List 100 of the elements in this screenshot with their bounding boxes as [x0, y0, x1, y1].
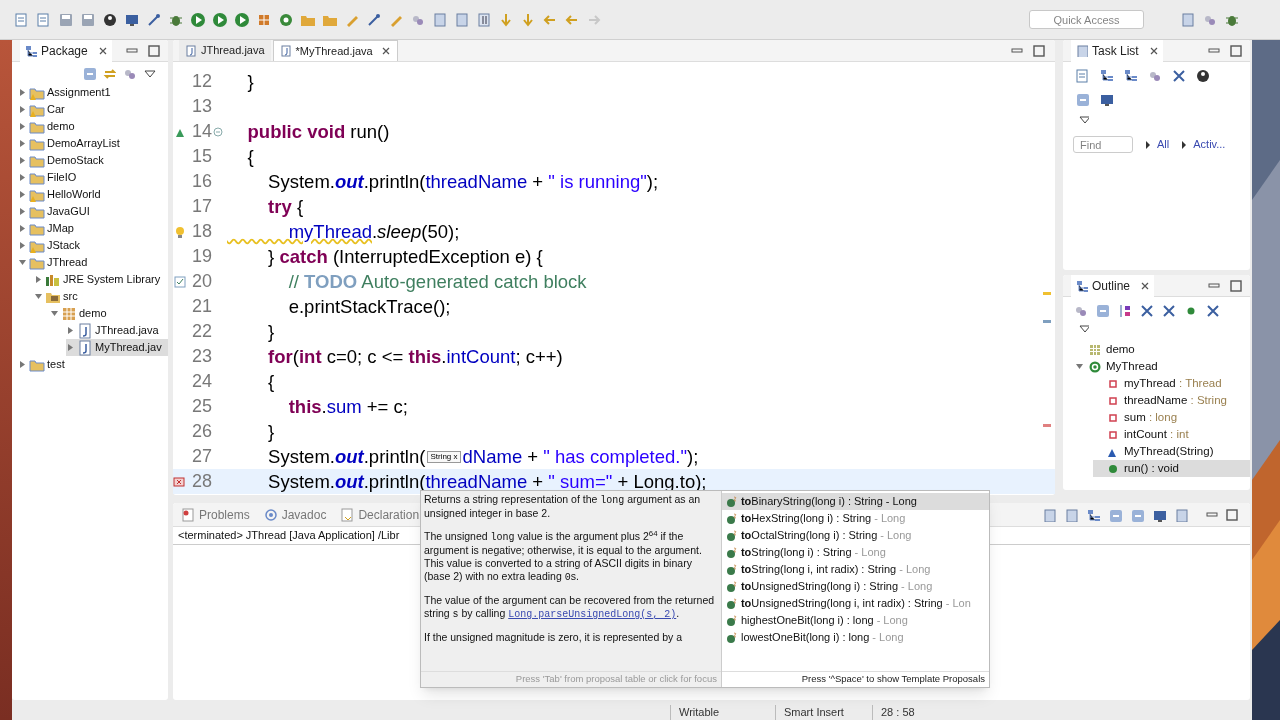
line-number: 21	[190, 295, 212, 318]
popup-footer: Press 'Tab' from proposal table or click for focus	[421, 671, 721, 687]
expanded-arrow-icon[interactable]	[18, 258, 27, 267]
tree-item[interactable]: Car	[18, 101, 168, 118]
outline-item[interactable]: run() : void	[1093, 460, 1250, 477]
outline-item[interactable]: sum : long	[1093, 409, 1250, 426]
outline-item[interactable]: threadName : String	[1093, 392, 1250, 409]
tree-item[interactable]: DemoArrayList	[18, 135, 168, 152]
tree-item[interactable]: src	[34, 288, 168, 305]
save-all-icon[interactable]	[80, 11, 96, 28]
collapsed-arrow-icon[interactable]	[18, 224, 27, 233]
expanded-arrow-icon[interactable]	[50, 309, 59, 318]
outline-item[interactable]: MyThread	[1075, 358, 1250, 375]
maximize-icon[interactable]	[1226, 508, 1238, 521]
collapsed-arrow-icon[interactable]	[18, 241, 27, 250]
proposal-item[interactable]: toUnsignedString(long i) : String - Long	[721, 578, 989, 595]
close-icon[interactable]	[1148, 45, 1159, 56]
proposal-item[interactable]: toOctalString(long i) : String - Long	[721, 527, 989, 544]
collapsed-arrow-icon[interactable]	[18, 105, 27, 114]
proposal-item[interactable]: highestOneBit(long i) : long - Long	[721, 612, 989, 629]
sort-icon[interactable]	[1117, 303, 1131, 317]
tree-item[interactable]: FileIO	[18, 169, 168, 186]
scheduled-icon[interactable]	[1123, 68, 1139, 84]
fold-icon[interactable]	[213, 126, 223, 137]
tree-item[interactable]: JMap	[18, 220, 168, 237]
expanded-arrow-icon[interactable]	[34, 292, 43, 301]
collapsed-arrow-icon[interactable]	[18, 207, 27, 216]
tree-item[interactable]: HelloWorld	[18, 186, 168, 203]
collapsed-arrow-icon[interactable]	[18, 360, 27, 369]
tree-item[interactable]: JStack	[18, 237, 168, 254]
task-link[interactable]: All	[1157, 136, 1170, 153]
expanded-arrow-icon[interactable]	[1075, 362, 1084, 371]
view-tab[interactable]: Task List	[1071, 39, 1163, 62]
link-editor-icon[interactable]	[102, 66, 116, 80]
proposal-item[interactable]: toString(long i) : String - Long	[721, 544, 989, 561]
collapsed-arrow-icon[interactable]	[18, 88, 27, 97]
expand-arrow-icon	[1181, 140, 1188, 149]
maximize-icon[interactable]	[1230, 44, 1242, 57]
error-ruler-mark	[1043, 424, 1051, 427]
tree-item[interactable]: test	[18, 356, 168, 373]
collapsed-arrow-icon[interactable]	[18, 173, 27, 182]
task-link[interactable]: Activ...	[1193, 136, 1226, 153]
parameter-hint: String x	[427, 450, 461, 463]
save-icon[interactable]	[58, 11, 74, 28]
close-icon[interactable]	[380, 46, 391, 56]
find-field[interactable]: Find	[1073, 136, 1133, 153]
javadoc-link[interactable]: Long.parseUnsignedLong(s, 2)	[508, 609, 677, 620]
paragraph-icon[interactable]	[476, 11, 492, 28]
maximize-icon[interactable]	[148, 44, 160, 57]
static-method-icon	[725, 495, 738, 508]
javadoc-paragraph: If the unsigned magnitude is zero, it is represented by a	[424, 631, 683, 644]
tree-item[interactable]: JRE System Library	[34, 271, 168, 288]
view-tab[interactable]: Javadoc	[261, 503, 329, 526]
pin-icon[interactable]	[146, 11, 162, 28]
close-icon[interactable]	[1140, 280, 1151, 291]
collapsed-arrow-icon[interactable]	[18, 190, 27, 199]
proposal-item[interactable]: lowestOneBit(long i) : long - Long	[721, 629, 989, 646]
proposal-item[interactable]: toBinaryString(long i) : String - Long	[721, 493, 989, 510]
javadoc-paragraph: The unsigned long value is the argument plus 2$^{64}$ if the argument is negative; otherwise, it is equal to the argument. This value is converted to a string of ASCII digits in binary (base 2) with no extra leading 0s.	[424, 530, 703, 584]
outline-item[interactable]: demo	[1075, 341, 1250, 358]
code-line: myThread.sleep(50);	[287, 219, 460, 244]
view-tab[interactable]: Outline	[1071, 274, 1155, 297]
collapsed-arrow-icon[interactable]	[18, 156, 27, 165]
line-number: 24	[190, 370, 212, 393]
tree-item[interactable]: demo	[50, 305, 168, 322]
maximize-icon[interactable]	[1033, 45, 1045, 57]
close-icon[interactable]	[97, 45, 108, 56]
view-tab[interactable]: Declaration	[338, 503, 422, 526]
view-tab[interactable]: Package	[20, 39, 112, 62]
view-tab[interactable]: Problems	[179, 503, 252, 526]
editor-tab[interactable]: *MyThread.java	[272, 40, 398, 61]
tree-item[interactable]: Assignment1	[18, 84, 168, 101]
run-config-icon[interactable]	[212, 11, 228, 28]
collapsed-arrow-icon[interactable]	[34, 275, 43, 284]
editor-tab[interactable]: JThread.java	[179, 40, 271, 61]
outline-item[interactable]: intCount : int	[1093, 426, 1250, 443]
categorized-icon[interactable]	[1099, 68, 1115, 84]
tree-item[interactable]: MyThread.jav	[66, 339, 168, 356]
tree-item[interactable]: JThread.java	[66, 322, 168, 339]
java-file-icon	[185, 44, 197, 57]
console-label: <terminated> JThread [Java Application] /Libr	[178, 528, 400, 544]
quick-access-field[interactable]: Quick Access	[1029, 10, 1144, 29]
collapsed-arrow-icon[interactable]	[66, 326, 75, 335]
proposal-item[interactable]: toHexString(long i) : String - Long	[721, 510, 989, 527]
word-wrap-icon[interactable]	[1086, 507, 1100, 522]
maximize-icon[interactable]	[1230, 279, 1242, 292]
tree-item[interactable]: JThread	[18, 254, 168, 271]
tree-item[interactable]: JavaGUI	[18, 203, 168, 220]
collapsed-arrow-icon[interactable]	[18, 139, 27, 148]
tree-item[interactable]: DemoStack	[18, 152, 168, 169]
outline-item[interactable]: myThread : Thread	[1093, 375, 1250, 392]
proposal-item[interactable]: toString(long i, int radix) : String - Long	[721, 561, 989, 578]
static-method-icon	[725, 597, 738, 610]
run-icon[interactable]	[190, 11, 206, 28]
collapsed-arrow-icon[interactable]	[66, 343, 75, 352]
collapsed-arrow-icon[interactable]	[18, 122, 27, 131]
tree-item[interactable]: demo	[18, 118, 168, 135]
proposal-item[interactable]: toUnsignedString(long i, int radix) : String - Lon	[721, 595, 989, 612]
line-number: 27	[190, 445, 212, 468]
outline-item[interactable]: MyThread(String)	[1093, 443, 1250, 460]
